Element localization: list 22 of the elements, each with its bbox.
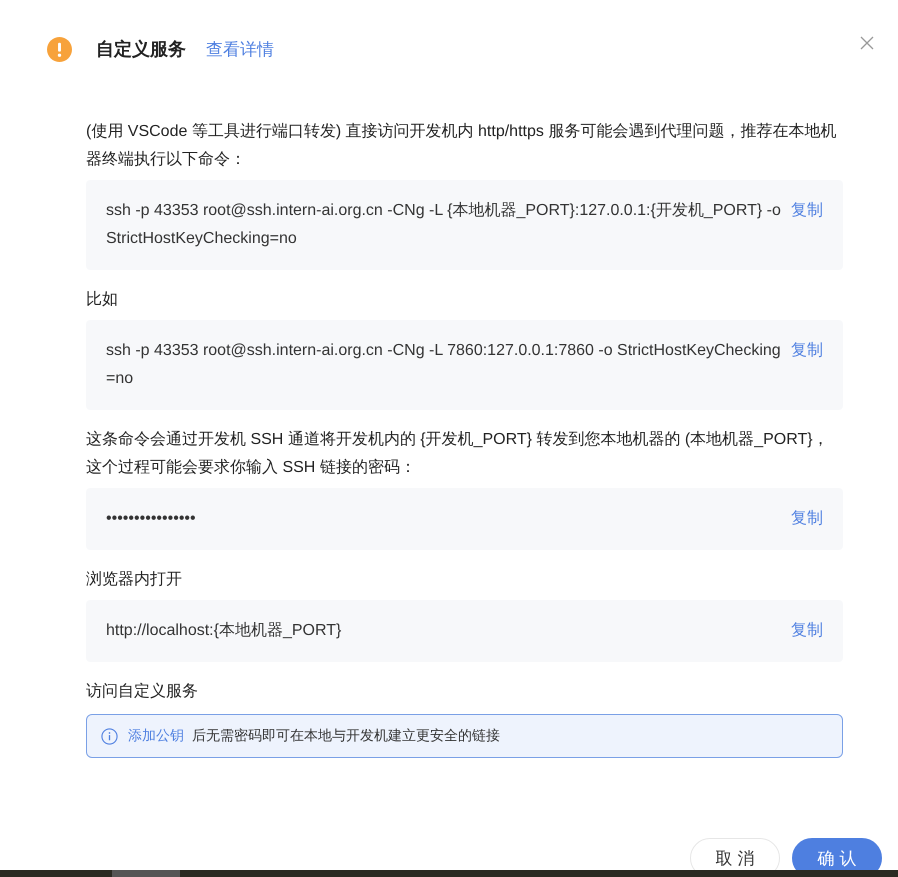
close-icon[interactable]	[860, 36, 874, 50]
warning-icon	[47, 36, 72, 62]
copy-link[interactable]: 复制	[791, 505, 823, 533]
paragraph: 比如	[86, 290, 119, 310]
command-text: ssh -p 43353 root@ssh.intern-ai.org.cn -CNg -L 7860:127.0.0.1:7860 -o StrictHostKeyChecking=no	[106, 341, 781, 389]
command-text: ssh -p 43353 root@ssh.intern-ai.org.cn -CNg -L {本地机器_PORT}:127.0.0.1:{开发机_PORT} -o StrictHostKeyChecking=no	[106, 200, 781, 249]
info-icon	[101, 728, 118, 744]
paragraph: (使用 VSCode 等工具进行端口转发) 直接访问开发机内 http/https 服务可能会遇到代理问题，推荐在本地机器终端执行以下命令：	[86, 122, 838, 170]
paragraph: 这条命令会通过开发机 SSH 通道将开发机内的 {开发机_PORT} 转发到您本地机器的 (本地机器_PORT}，这个过程可能会要求你输入 SSH 链接的密码：	[86, 430, 830, 478]
copy-link[interactable]: 复制	[791, 337, 823, 365]
command-text: ••••••••••••••••	[106, 509, 197, 529]
dialog-title: 自定义服务	[96, 38, 186, 61]
banner-text: 后无需密码即可在本地与开发机建立更安全的链接	[192, 727, 500, 745]
confirm-button[interactable]: 确 认	[792, 838, 882, 870]
copy-link[interactable]: 复制	[791, 617, 823, 645]
paragraph: 访问自定义服务	[86, 682, 199, 702]
add-key-link[interactable]: 添加公钥	[128, 727, 184, 745]
copy-link[interactable]: 复制	[791, 197, 823, 225]
details-link[interactable]: 查看详情	[206, 38, 274, 60]
command-text: http://localhost:{本地机器_PORT}	[106, 620, 342, 641]
cancel-button[interactable]: 取 消	[690, 838, 780, 870]
paragraph: 浏览器内打开	[86, 570, 183, 590]
